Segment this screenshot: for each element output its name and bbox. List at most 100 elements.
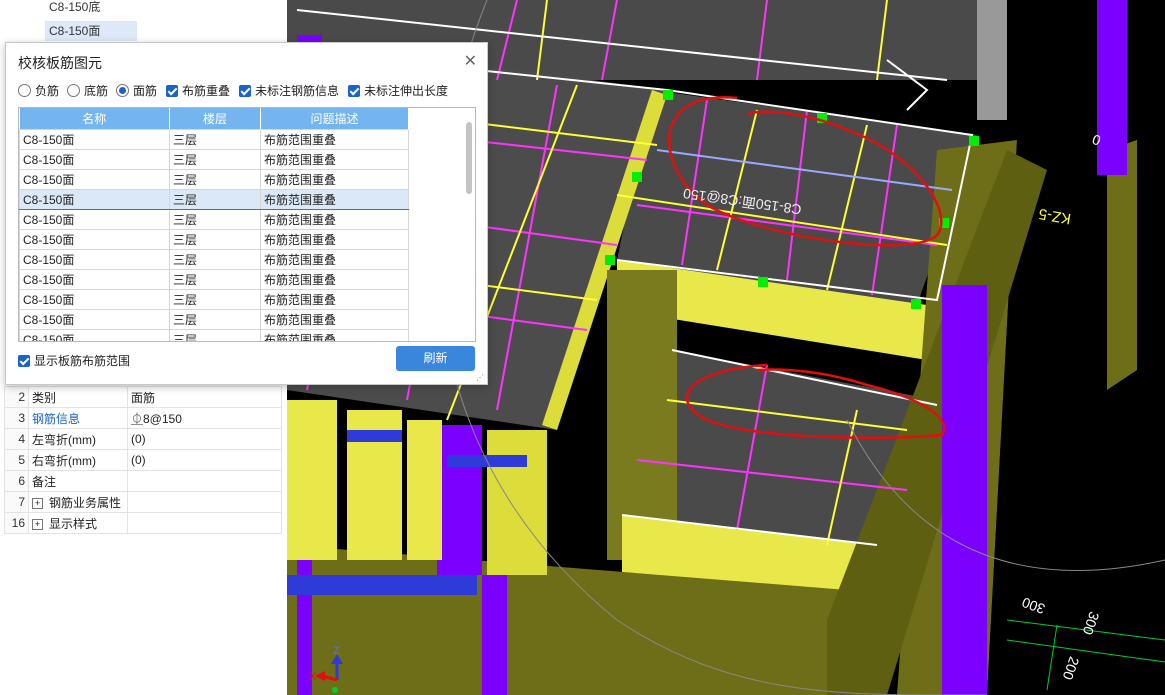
issue-cell: 布筋范围重叠	[260, 169, 409, 190]
floor-cell: 三层	[169, 329, 261, 341]
expand-plus-icon[interactable]: +	[32, 497, 43, 509]
table-row[interactable]: C8-150面 三层 布筋范围重叠	[19, 249, 409, 270]
property-value[interactable]	[127, 470, 282, 492]
name-cell: C8-150面	[19, 169, 170, 190]
floor-cell: 三层	[169, 209, 261, 230]
blue-band-1	[347, 430, 402, 442]
radio-circle-icon	[18, 84, 31, 97]
property-row[interactable]: 7 + 钢筋业务属性	[4, 491, 282, 513]
checkbox-unlabeled-extend-length[interactable]: 未标注伸出长度	[348, 83, 448, 99]
vertical-scrollbar[interactable]	[466, 122, 472, 194]
property-name: 钢筋信息	[28, 407, 128, 429]
property-row[interactable]: 4 左弯折(mm) (0)	[4, 428, 282, 450]
table-row[interactable]: C8-150面 三层 布筋范围重叠	[19, 229, 409, 250]
property-name-text: 左弯折(mm)	[32, 432, 96, 447]
expand-plus-icon[interactable]: +	[32, 518, 43, 530]
name-cell: C8-150面	[19, 249, 170, 270]
column-header-issue[interactable]: 问题描述	[260, 108, 409, 130]
axis-x-label: X	[309, 671, 317, 683]
far-beam	[1107, 140, 1137, 390]
checkbox-rebar-overlap[interactable]: 布筋重叠	[166, 83, 230, 99]
name-cell: C8-150面	[19, 329, 170, 341]
table-row[interactable]: C8-150面 三层 布筋范围重叠	[19, 129, 409, 150]
close-icon[interactable]: ✕	[464, 51, 477, 71]
property-row[interactable]: 6 备注	[4, 470, 282, 492]
issue-cell: 布筋范围重叠	[260, 229, 409, 250]
check-slab-rebar-dialog: 校核板筋图元 ✕ 负筋 底筋 面筋 布筋重叠 未标注钢筋信息 未标注伸出长度 名…	[5, 42, 488, 385]
property-value[interactable]: 面筋	[127, 386, 282, 408]
name-cell: C8-150面	[19, 129, 170, 150]
name-cell: C8-150面	[19, 309, 170, 330]
issue-cell: 布筋范围重叠	[260, 289, 409, 310]
floor-cell: 三层	[169, 309, 261, 330]
table-row[interactable]: C8-150面 三层 布筋范围重叠	[19, 309, 409, 330]
floor-cell: 三层	[169, 229, 261, 250]
property-name-text: 显示样式	[49, 516, 98, 531]
property-name-text: 类别	[32, 390, 57, 405]
issue-grid[interactable]: 名称 楼层 问题描述 C8-150面 三层 布筋范围重叠 C8-150面 三层 布筋范围重…	[18, 107, 476, 342]
table-row[interactable]: C8-150面 三层 布筋范围重叠	[19, 329, 409, 341]
property-index: 2	[4, 386, 29, 408]
checkbox-show-rebar-range[interactable]: 显示板筋布筋范围	[18, 352, 130, 369]
issue-cell: 布筋范围重叠	[260, 269, 409, 290]
column-header-floor[interactable]: 楼层	[169, 108, 261, 130]
column-mid	[437, 425, 482, 575]
radio-top-rebar[interactable]: 面筋	[116, 83, 157, 99]
name-cell: C8-150面	[19, 289, 170, 310]
floor-cell: 三层	[169, 129, 261, 150]
table-row[interactable]: C8-150面 三层 布筋范围重叠	[19, 289, 409, 310]
tree-item-bottom-rebar[interactable]: C8-150底	[45, 0, 104, 17]
floor-cell: 三层	[169, 149, 261, 170]
axis-z-label: Z	[333, 645, 340, 657]
checkbox-checked-icon	[348, 85, 360, 97]
checkbox-checked-icon	[239, 85, 251, 97]
issue-cell: 布筋范围重叠	[260, 309, 409, 330]
table-row[interactable]: C8-150面 三层 布筋范围重叠	[19, 149, 409, 170]
resize-grip-icon[interactable]: ⋰	[476, 373, 484, 382]
issue-table: 名称 楼层 问题描述 C8-150面 三层 布筋范围重叠 C8-150面 三层 布筋范围重…	[19, 108, 409, 341]
property-row[interactable]: 3 钢筋信息 ⏂8@150	[4, 407, 282, 429]
property-name: 类别	[28, 386, 128, 408]
checkbox-unlabeled-rebar-info[interactable]: 未标注钢筋信息	[239, 83, 339, 99]
property-name: + 钢筋业务属性	[28, 491, 128, 513]
tree-item-top-rebar[interactable]: C8-150面	[45, 21, 137, 41]
property-name: 左弯折(mm)	[28, 428, 128, 450]
pillar-4	[487, 430, 547, 575]
table-row[interactable]: C8-150面 三层 布筋范围重叠	[19, 209, 409, 230]
property-table: 2 类别 面筋 3 钢筋信息 ⏂8@150 4 左弯折(mm) (0) 5 右弯折(mm) (0) 6 备…	[4, 386, 282, 534]
name-cell: C8-150面	[19, 189, 170, 210]
property-row[interactable]: 5 右弯折(mm) (0)	[4, 449, 282, 471]
property-index: 6	[4, 470, 29, 492]
issue-cell: 布筋范围重叠	[260, 209, 409, 230]
column-right	[942, 285, 987, 695]
property-name-text: 右弯折(mm)	[32, 453, 96, 468]
radio-bottom-rebar[interactable]: 底筋	[67, 83, 108, 99]
dialog-title: 校核板筋图元	[18, 55, 102, 71]
pillar-1	[287, 400, 337, 560]
table-row[interactable]: C8-150面 三层 布筋范围重叠	[19, 169, 409, 190]
table-row[interactable]: C8-150面 三层 布筋范围重叠	[19, 189, 409, 210]
column-header-name[interactable]: 名称	[19, 108, 170, 130]
refresh-button[interactable]: 刷新	[396, 346, 475, 371]
property-row[interactable]: 16 + 显示样式	[4, 512, 282, 534]
name-cell: C8-150面	[19, 209, 170, 230]
floor-cell: 三层	[169, 269, 261, 290]
table-row[interactable]: C8-150面 三层 布筋范围重叠	[19, 269, 409, 290]
property-index: 3	[4, 407, 29, 429]
floor-cell: 三层	[169, 169, 261, 190]
property-value[interactable]: ⏂8@150	[127, 407, 282, 429]
issue-cell: 布筋范围重叠	[260, 249, 409, 270]
column-far	[1097, 0, 1127, 175]
property-row[interactable]: 2 类别 面筋	[4, 386, 282, 408]
property-value[interactable]	[127, 491, 282, 513]
checkbox-checked-icon	[166, 85, 178, 97]
radio-negative-rebar[interactable]: 负筋	[18, 83, 59, 99]
property-index: 5	[4, 449, 29, 471]
floor-cell: 三层	[169, 249, 261, 270]
property-value[interactable]: (0)	[127, 449, 282, 471]
property-index: 4	[4, 428, 29, 450]
pillar-3	[407, 420, 442, 560]
property-value[interactable]	[127, 512, 282, 534]
property-name: 备注	[28, 470, 128, 492]
property-value[interactable]: (0)	[127, 428, 282, 450]
